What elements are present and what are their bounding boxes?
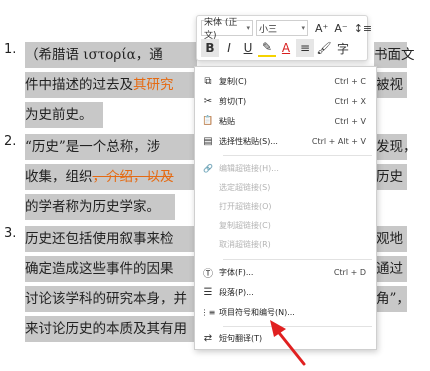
annotation-arrow: [270, 320, 306, 366]
arrow-head: [270, 320, 286, 337]
arrow-shaft: [274, 327, 306, 366]
